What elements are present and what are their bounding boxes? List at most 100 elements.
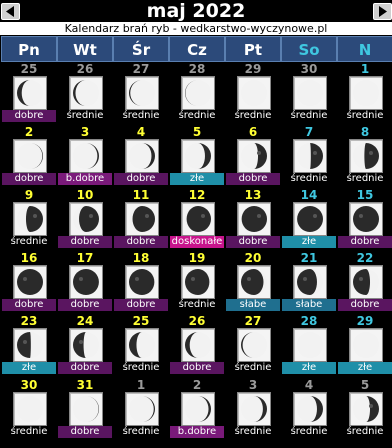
day-number: 4 — [304, 378, 314, 392]
day-cell[interactable]: 1 średnie — [338, 62, 392, 122]
moon-phase-icon — [17, 206, 43, 232]
day-cell[interactable]: 2 dobre — [2, 126, 56, 185]
day-cell[interactable]: 29 złe — [338, 315, 392, 374]
day-cell[interactable]: 16 dobre — [2, 252, 56, 311]
moon-phase-icon — [185, 269, 211, 295]
moon-phase-box — [13, 392, 47, 426]
day-cell[interactable]: 5 złe — [170, 126, 224, 185]
day-cell[interactable]: 5 średnie — [338, 379, 392, 438]
day-cell[interactable]: 31 dobre — [58, 378, 112, 438]
moon-phase-icon — [185, 80, 211, 106]
moon-phase-icon — [353, 269, 379, 295]
moon-phase-icon — [17, 269, 43, 295]
moon-phase-box — [181, 202, 215, 236]
day-number: 14 — [300, 188, 318, 202]
day-number: 19 — [188, 251, 206, 265]
day-cell[interactable]: 23 złe — [2, 315, 56, 374]
day-number: 26 — [188, 314, 206, 328]
moon-phase-icon — [129, 206, 155, 232]
day-cell[interactable]: 7 średnie — [282, 126, 336, 185]
fishing-rating: dobre — [58, 426, 112, 438]
moon-phase-box — [13, 76, 47, 110]
day-number: 25 — [20, 62, 38, 76]
day-cell[interactable]: 9 średnie — [2, 188, 56, 248]
day-cell[interactable]: 24 dobre — [58, 315, 112, 374]
day-cell[interactable]: 13 dobre — [226, 188, 280, 248]
moon-phase-icon — [129, 332, 155, 358]
day-number: 9 — [24, 188, 34, 202]
day-number: 3 — [80, 125, 90, 139]
day-cell[interactable]: 20 słabe — [226, 252, 280, 311]
day-number: 1 — [136, 378, 146, 392]
moon-phase-icon — [129, 80, 155, 106]
day-number: 15 — [356, 188, 374, 202]
day-cell[interactable]: 11 dobre — [114, 189, 168, 248]
moon-phase-box — [349, 202, 383, 236]
day-cell[interactable]: 25 dobre — [2, 62, 56, 122]
moon-phase-icon — [129, 269, 155, 295]
day-cell[interactable]: 19 średnie — [170, 251, 224, 311]
day-cell[interactable]: 14 złe — [282, 188, 336, 248]
moon-phase-icon — [185, 332, 211, 358]
day-cell[interactable]: 17 dobre — [58, 252, 112, 311]
day-cell[interactable]: 18 dobre — [114, 251, 168, 311]
moon-phase-box — [125, 392, 159, 426]
next-month-button[interactable] — [373, 3, 392, 20]
day-cell[interactable]: 8 średnie — [338, 126, 392, 185]
fishing-rating: dobre — [58, 362, 112, 374]
day-cell[interactable]: 22 dobre — [338, 252, 392, 311]
day-number: 29 — [244, 62, 262, 76]
moon-phase-icon — [241, 143, 267, 169]
moon-phase-box — [69, 265, 103, 299]
day-number: 18 — [132, 251, 150, 265]
fishing-rating: dobre — [114, 173, 168, 185]
moon-phase-icon — [17, 80, 43, 106]
moon-phase-icon — [185, 396, 211, 422]
day-cell[interactable]: 28 średnie — [170, 63, 224, 122]
moon-phase-box — [293, 392, 327, 426]
day-cell[interactable]: 26 dobre — [170, 314, 224, 374]
fishing-rating: słabe — [226, 299, 280, 311]
day-cell[interactable]: 28 złe — [282, 315, 336, 374]
fishing-rating: dobre — [2, 299, 56, 311]
day-cell[interactable]: 10 dobre — [58, 189, 112, 248]
day-number: 30 — [300, 62, 318, 76]
day-cell[interactable]: 1 średnie — [114, 378, 168, 438]
moon-phase-box — [293, 328, 327, 362]
day-cell[interactable]: 26 średnie — [58, 63, 112, 122]
moon-phase-icon — [241, 206, 267, 232]
day-cell[interactable]: 30 średnie — [282, 62, 336, 122]
day-cell[interactable]: 29 średnie — [226, 62, 280, 122]
moon-phase-icon — [297, 143, 323, 169]
day-cell[interactable]: 27 średnie — [114, 63, 168, 122]
moon-phase-box — [181, 139, 215, 173]
day-cell[interactable]: 4 średnie — [282, 378, 336, 438]
moon-phase-box — [181, 328, 215, 362]
day-number: 31 — [76, 378, 94, 392]
fishing-rating: dobre — [2, 173, 56, 185]
day-cell[interactable]: 12 doskonałe — [170, 189, 224, 248]
moon-phase-icon — [129, 396, 155, 422]
moon-phase-icon — [129, 143, 155, 169]
moon-phase-icon — [297, 80, 323, 106]
day-cell[interactable]: 27 średnie — [226, 315, 280, 374]
fishing-rating: średnie — [2, 236, 56, 248]
day-number: 4 — [136, 125, 146, 139]
moon-phase-icon — [353, 396, 379, 422]
day-cell[interactable]: 21 słabe — [282, 251, 336, 311]
fishing-rating: średnie — [170, 299, 224, 311]
day-cell[interactable]: 15 dobre — [338, 188, 392, 248]
triangle-right-icon — [379, 6, 387, 17]
moon-phase-box — [349, 328, 383, 362]
day-number: 1 — [360, 62, 370, 76]
day-cell[interactable]: 25 średnie — [114, 315, 168, 374]
day-cell[interactable]: 6 dobre — [226, 126, 280, 185]
day-cell[interactable]: 3 b.dobre — [58, 125, 112, 185]
day-cell[interactable]: 30 średnie — [2, 379, 56, 438]
day-cell[interactable]: 3 średnie — [226, 379, 280, 438]
day-cell[interactable]: 2 b.dobre — [170, 379, 224, 438]
fishing-rating: doskonałe — [170, 236, 224, 248]
day-number: 21 — [300, 251, 318, 265]
day-number: 13 — [244, 188, 262, 202]
day-cell[interactable]: 4 dobre — [114, 125, 168, 185]
